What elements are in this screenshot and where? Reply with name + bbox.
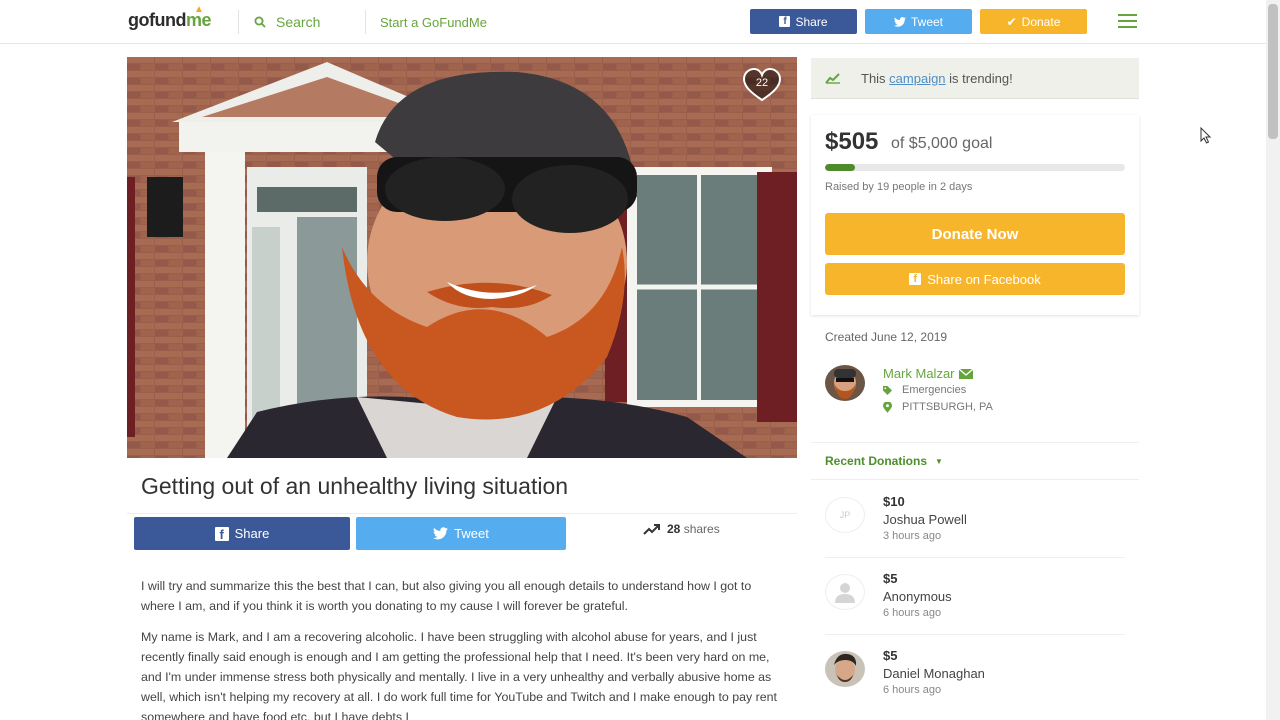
- tag-icon: [883, 385, 892, 395]
- envelope-icon[interactable]: [958, 368, 973, 379]
- recent-donations-toggle[interactable]: Recent Donations ▼: [825, 454, 943, 468]
- shares-number: 28: [667, 522, 681, 536]
- header-share-label: Share: [795, 14, 828, 29]
- header-donate-label: Donate: [1021, 14, 1061, 29]
- campaign-photo: [127, 57, 797, 458]
- header-tweet-button[interactable]: Tweet: [865, 9, 972, 34]
- heart-count: 22: [755, 77, 769, 89]
- trending-banner: This campaign is trending!: [811, 58, 1139, 99]
- campaign-title: Getting out of an unhealthy living situa…: [141, 473, 569, 499]
- organizer-name-link[interactable]: Mark Malzar: [883, 366, 973, 381]
- location-text: PITTSBURGH, PA: [902, 401, 993, 413]
- anonymous-avatar-icon: [825, 574, 865, 610]
- facebook-icon: f: [214, 526, 229, 542]
- share-on-facebook-label: Share on Facebook: [927, 271, 1041, 287]
- gofundme-logo[interactable]: gofundme ▲: [128, 4, 212, 31]
- trending-chart-icon: [825, 73, 840, 84]
- campaign-link[interactable]: campaign: [889, 71, 945, 86]
- category-link[interactable]: Emergencies: [902, 384, 966, 396]
- shares-count: 28 shares: [643, 522, 720, 536]
- twitter-icon: [433, 527, 449, 540]
- donation-time: 6 hours ago: [883, 684, 942, 696]
- start-gofundme-link[interactable]: Start a GoFundMe: [380, 15, 487, 30]
- donor-name: Daniel Monaghan: [883, 666, 985, 681]
- search-icon: [254, 16, 266, 28]
- header-tweet-label: Tweet: [910, 14, 943, 29]
- search-link[interactable]: Search: [254, 14, 320, 30]
- facebook-icon: f: [909, 273, 922, 285]
- tweet-button[interactable]: Tweet: [356, 517, 566, 550]
- created-date: Created June 12, 2019: [825, 330, 948, 344]
- donor-avatar: [825, 651, 865, 687]
- campaign-story: I will try and summarize this the best t…: [141, 576, 781, 720]
- menu-icon[interactable]: [1118, 14, 1137, 28]
- organizer-name: Mark Malzar: [883, 366, 955, 381]
- donation-time: 6 hours ago: [883, 607, 942, 619]
- donation-amount: $5: [883, 648, 898, 663]
- nav-divider: [238, 10, 239, 34]
- header-donate-button[interactable]: ✔ Donate: [980, 9, 1087, 34]
- trend-text: This campaign is trending!: [861, 70, 1013, 86]
- donation-item: $5 Daniel Monaghan 6 hours ago: [825, 648, 1135, 718]
- story-paragraph: My name is Mark, and I am a recovering a…: [141, 630, 777, 720]
- trending-icon: [643, 524, 660, 535]
- donation-amount: $10: [883, 494, 905, 509]
- map-pin-icon: [883, 401, 892, 413]
- shares-label: shares: [683, 522, 720, 536]
- recent-donations-label: Recent Donations: [825, 454, 928, 468]
- progress-bar-fill: [825, 164, 856, 171]
- scrollbar-thumb[interactable]: [1268, 4, 1278, 139]
- share-button[interactable]: f Share: [134, 517, 350, 550]
- search-label: Search: [276, 14, 321, 30]
- goal-amount: of $5,000 goal: [891, 135, 993, 152]
- donation-time: 3 hours ago: [883, 530, 942, 542]
- header-share-button[interactable]: f Share: [750, 9, 857, 34]
- donor-avatar: JP: [825, 497, 865, 533]
- share-on-facebook-button[interactable]: f Share on Facebook: [825, 263, 1125, 295]
- facebook-icon: f: [779, 16, 791, 27]
- tweet-label: Tweet: [454, 526, 489, 541]
- story-paragraph: I will try and summarize this the best t…: [141, 579, 752, 613]
- leaf-icon: ▲: [194, 4, 204, 15]
- nav-divider: [365, 10, 366, 34]
- donation-amount: $5: [883, 571, 898, 586]
- donation-item: JP $10 Joshua Powell 3 hours ago: [825, 494, 1135, 564]
- divider: [825, 634, 1125, 635]
- twitter-icon: [893, 16, 906, 27]
- top-nav: gofundme ▲ Search Start a GoFundMe f Sha…: [0, 0, 1280, 44]
- caret-down-icon: ▼: [935, 456, 943, 466]
- location-row: PITTSBURGH, PA: [883, 401, 993, 413]
- check-icon: ✔: [1006, 14, 1017, 29]
- progress-bar: [825, 164, 1125, 171]
- share-label: Share: [234, 526, 270, 541]
- logo-text-go: gofund: [128, 10, 186, 30]
- donor-name: Joshua Powell: [883, 512, 967, 527]
- raised-by-text: Raised by 19 people in 2 days: [825, 181, 973, 193]
- donor-name: Anonymous: [883, 589, 952, 604]
- donation-item: $5 Anonymous 6 hours ago: [825, 571, 1135, 641]
- amount-raised: $505: [825, 128, 879, 155]
- organizer-avatar[interactable]: [825, 365, 865, 401]
- mouse-cursor-icon: [1200, 127, 1212, 144]
- donate-now-button[interactable]: Donate Now: [825, 213, 1125, 255]
- divider: [825, 557, 1125, 558]
- category-row: Emergencies: [883, 384, 966, 396]
